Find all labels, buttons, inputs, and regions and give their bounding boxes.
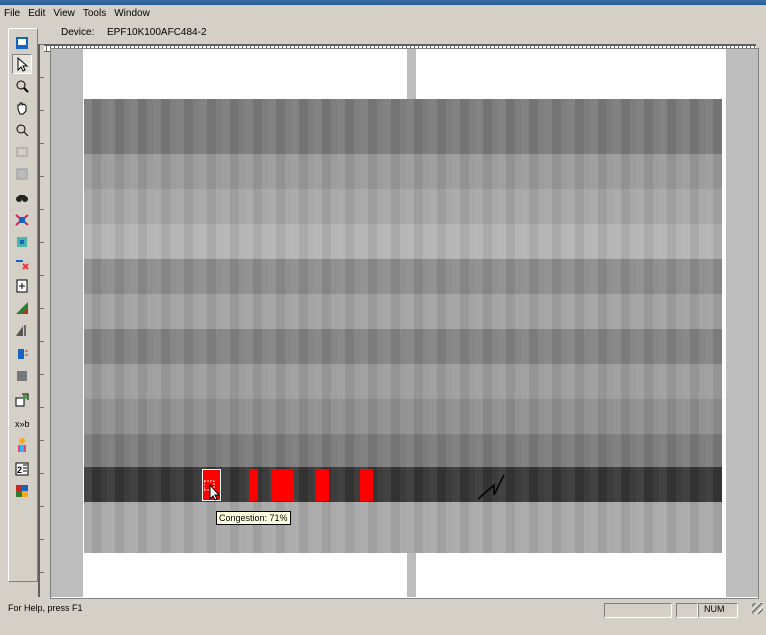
- congestion-cell[interactable]: [360, 469, 373, 501]
- zoom-region-icon[interactable]: [12, 120, 32, 140]
- lab-row[interactable]: [84, 259, 722, 294]
- congestion-cell[interactable]: [249, 469, 258, 501]
- congestion-cell[interactable]: [271, 469, 294, 501]
- menu-tools[interactable]: Tools: [79, 8, 110, 19]
- zoom-icon[interactable]: [12, 76, 32, 96]
- left-ruler: [38, 44, 44, 597]
- menu-file[interactable]: File: [0, 8, 24, 19]
- lab-row[interactable]: [84, 154, 722, 189]
- num-lock-indicator: NUM: [704, 604, 725, 614]
- properties-icon[interactable]: [12, 276, 32, 296]
- lock-icon[interactable]: [12, 232, 32, 252]
- menu-bar: File Edit View Tools Window: [0, 5, 766, 22]
- lab-row[interactable]: [84, 329, 722, 364]
- top-io-block-left: [84, 49, 406, 99]
- menu-edit[interactable]: Edit: [24, 8, 49, 19]
- menu-view[interactable]: View: [49, 8, 79, 19]
- lab-row[interactable]: [84, 294, 722, 329]
- find-icon[interactable]: [12, 188, 32, 208]
- lab-row[interactable]: [84, 502, 722, 553]
- chip-icon[interactable]: [12, 344, 32, 364]
- lab-row[interactable]: [84, 364, 722, 399]
- floorplan-canvas[interactable]: [50, 48, 759, 599]
- resize-grip[interactable]: [752, 603, 763, 614]
- bottom-io-block-left: [84, 554, 406, 597]
- device-label: Device:: [61, 27, 95, 38]
- status-panel: [676, 603, 698, 618]
- menu-window[interactable]: Window: [110, 8, 154, 19]
- route-icon[interactable]: [12, 320, 32, 340]
- top-io-block-right: [417, 49, 723, 99]
- person-icon[interactable]: [12, 435, 32, 455]
- disabled-icon[interactable]: [12, 142, 32, 162]
- lab-row[interactable]: [84, 99, 722, 154]
- block-icon[interactable]: [12, 366, 32, 386]
- ab-icon[interactable]: x»b: [12, 413, 32, 433]
- lab-grid: [84, 99, 722, 553]
- pointer-icon[interactable]: [12, 54, 32, 74]
- routing-line-icon: [477, 474, 505, 500]
- device-value: EPF10K100AFC484-2: [107, 27, 207, 38]
- congestion-cell[interactable]: [316, 469, 329, 501]
- graph-icon[interactable]: [12, 298, 32, 318]
- left-io-column: [51, 49, 83, 597]
- lab-row[interactable]: [84, 434, 722, 467]
- lab-row-congested[interactable]: [84, 467, 722, 502]
- delete-assign-icon[interactable]: [12, 254, 32, 274]
- congestion-tooltip: Congestion: 71%: [216, 511, 291, 525]
- bottom-io-block-right: [417, 554, 723, 597]
- status-help-text: For Help, press F1: [8, 603, 83, 613]
- lab-row[interactable]: [84, 189, 722, 224]
- grid-map-icon[interactable]: [12, 481, 32, 501]
- status-panel: [604, 603, 672, 618]
- floorplan-icon[interactable]: [12, 33, 32, 53]
- lab-row[interactable]: [84, 399, 722, 434]
- hand-icon[interactable]: [12, 98, 32, 118]
- mouse-cursor-icon: [204, 480, 221, 501]
- legend-icon[interactable]: 2: [12, 459, 32, 479]
- assign-icon[interactable]: [12, 210, 32, 230]
- svg-text:x»b: x»b: [15, 419, 30, 429]
- svg-text:2: 2: [17, 465, 22, 475]
- vertical-toolbar: x»b 2: [8, 28, 38, 582]
- lab-row[interactable]: [84, 224, 722, 259]
- right-io-column: [726, 49, 758, 597]
- disabled-grid-icon[interactable]: [12, 164, 32, 184]
- congestion-icon[interactable]: [12, 390, 32, 410]
